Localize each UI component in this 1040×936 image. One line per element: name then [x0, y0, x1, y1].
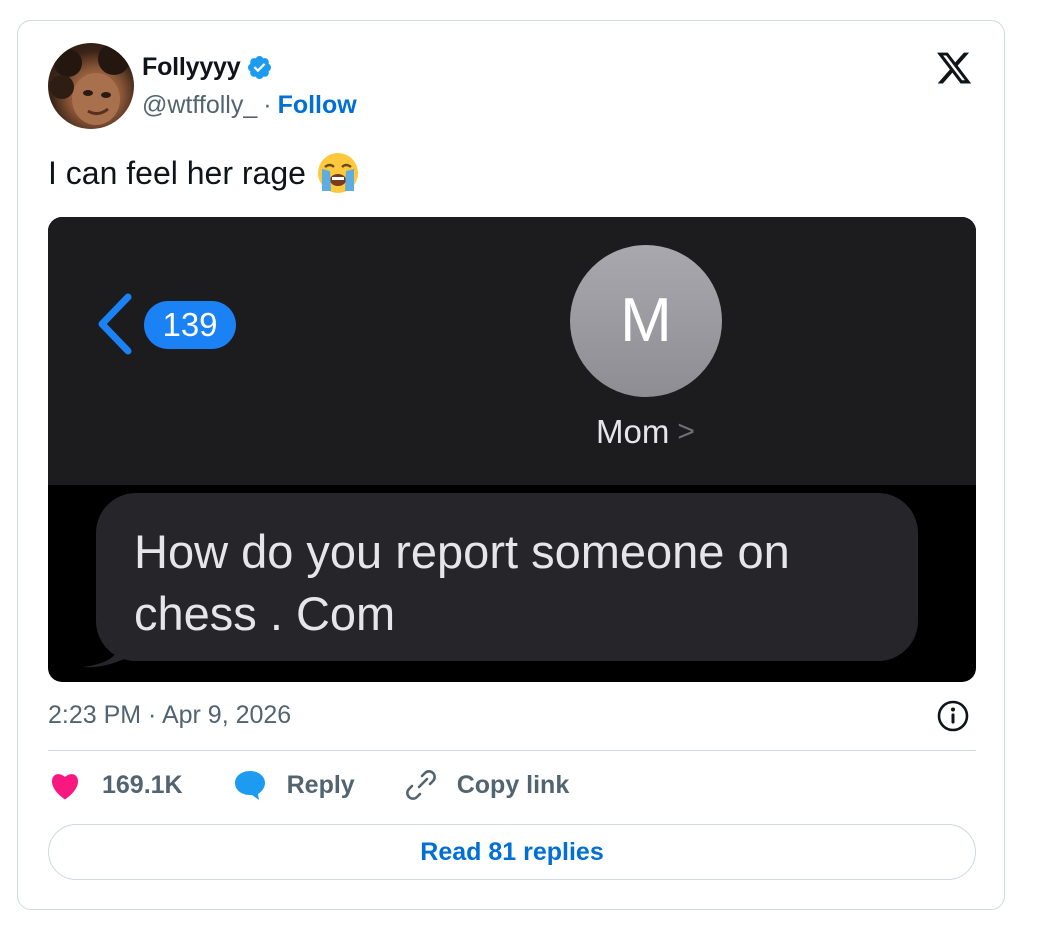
tweet-text: I can feel her rage	[48, 151, 360, 195]
like-button[interactable]: 169.1K	[48, 770, 183, 800]
reply-label: Reply	[286, 770, 355, 799]
divider	[48, 750, 976, 751]
contact-name: Mom	[596, 413, 670, 450]
author-handle[interactable]: @wtffolly_	[142, 91, 257, 120]
avatar-photo	[50, 43, 130, 125]
handle-separator: ·	[263, 91, 272, 119]
link-icon	[405, 770, 436, 800]
x-logo-icon[interactable]	[934, 49, 974, 87]
author-handle-row: @wtffolly_ · Follow	[142, 91, 357, 120]
tweet-timestamp[interactable]: 2:23 PM · Apr 9, 2026	[48, 701, 291, 730]
author-name[interactable]: Follyyyy	[142, 53, 241, 82]
like-count: 169.1K	[102, 770, 183, 799]
info-icon[interactable]	[936, 699, 970, 733]
contact-chevron-icon: >	[677, 415, 695, 448]
loudly-crying-face-emoji-icon	[317, 153, 358, 193]
message-text: How do you report someone on chess . Com	[134, 521, 894, 645]
copy-link-label: Copy link	[456, 770, 570, 799]
heart-icon	[51, 774, 79, 800]
copy-link-button[interactable]: Copy link	[405, 769, 570, 801]
tweet-text-content: I can feel her rage	[48, 154, 306, 191]
tweet-media-image[interactable]: 139 M Mom > How do you report someone on…	[48, 217, 976, 682]
reply-bubble-icon	[234, 771, 265, 800]
verified-badge-icon	[248, 55, 272, 80]
follow-button[interactable]: Follow	[278, 91, 357, 120]
author-avatar[interactable]	[48, 43, 134, 129]
imessage-header	[48, 217, 976, 485]
action-bar: 169.1K Reply Copy link	[48, 769, 619, 801]
author-name-row: Follyyyy	[142, 53, 273, 82]
contact-avatar: M	[570, 245, 722, 397]
reply-button[interactable]: Reply	[233, 769, 355, 801]
tweet-card: Follyyyy @wtffolly_ · Follow I can feel …	[17, 20, 1005, 910]
back-chevron-icon	[98, 293, 132, 355]
message-line-1: How do you report someone on	[134, 525, 790, 578]
message-line-2: chess . Com	[134, 587, 396, 640]
contact-name-row: Mom >	[596, 413, 695, 451]
read-replies-button[interactable]: Read 81 replies	[48, 824, 976, 880]
unread-count-badge: 139	[144, 301, 236, 349]
